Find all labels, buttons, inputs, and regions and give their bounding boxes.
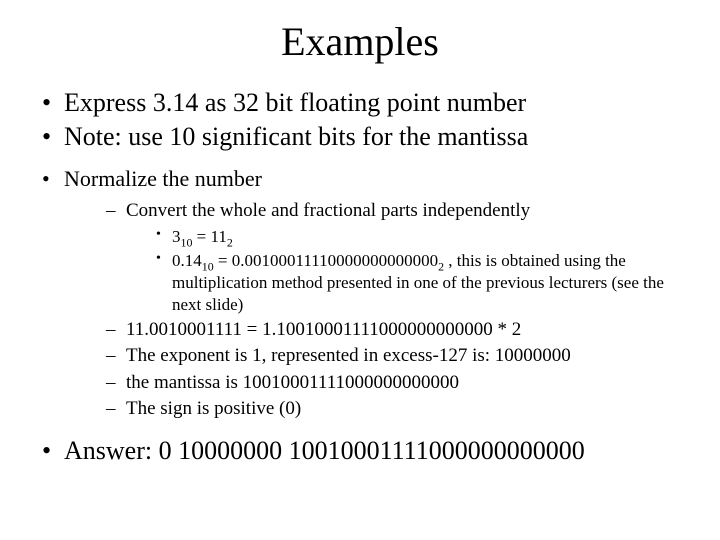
c1-a: 3 (172, 227, 181, 246)
c2-a: 0.14 (172, 251, 202, 270)
bullet-list: Express 3.14 as 32 bit floating point nu… (36, 87, 684, 467)
dash-convert-text: Convert the whole and fractional parts i… (126, 200, 530, 221)
c1-eq: = 11 (192, 227, 226, 246)
c2-eq: = 0.00100011110000000000000 (214, 251, 438, 270)
convert-whole: 310 = 112 (156, 226, 684, 248)
dash-sign: The sign is positive (0) (104, 397, 684, 421)
convert-fraction: 0.1410 = 0.001000111100000000000002 , th… (156, 250, 684, 316)
dash-mantissa: the mantissa is 10010001111000000000000 (104, 371, 684, 395)
slide-title: Examples (36, 18, 684, 65)
convert-sublist: 310 = 112 0.1410 = 0.0010001111000000000… (126, 226, 684, 316)
dash-convert: Convert the whole and fractional parts i… (104, 199, 684, 316)
c1-sub2: 2 (227, 235, 233, 249)
c1-sub1: 10 (181, 235, 193, 249)
normalize-sublist: Convert the whole and fractional parts i… (64, 199, 684, 421)
c2-sub1: 10 (202, 259, 214, 273)
bullet-normalize: Normalize the number Convert the whole a… (36, 166, 684, 421)
bullet-answer: Answer: 0 10000000 100100011110000000000… (36, 435, 684, 467)
slide: Examples Express 3.14 as 32 bit floating… (0, 0, 720, 540)
dash-exponent: The exponent is 1, represented in excess… (104, 344, 684, 368)
bullet-express: Express 3.14 as 32 bit floating point nu… (36, 87, 684, 119)
dash-normalized: 11.0010001111 = 1.1001000111100000000000… (104, 318, 684, 342)
bullet-note: Note: use 10 significant bits for the ma… (36, 121, 684, 153)
bullet-normalize-text: Normalize the number (64, 166, 262, 191)
